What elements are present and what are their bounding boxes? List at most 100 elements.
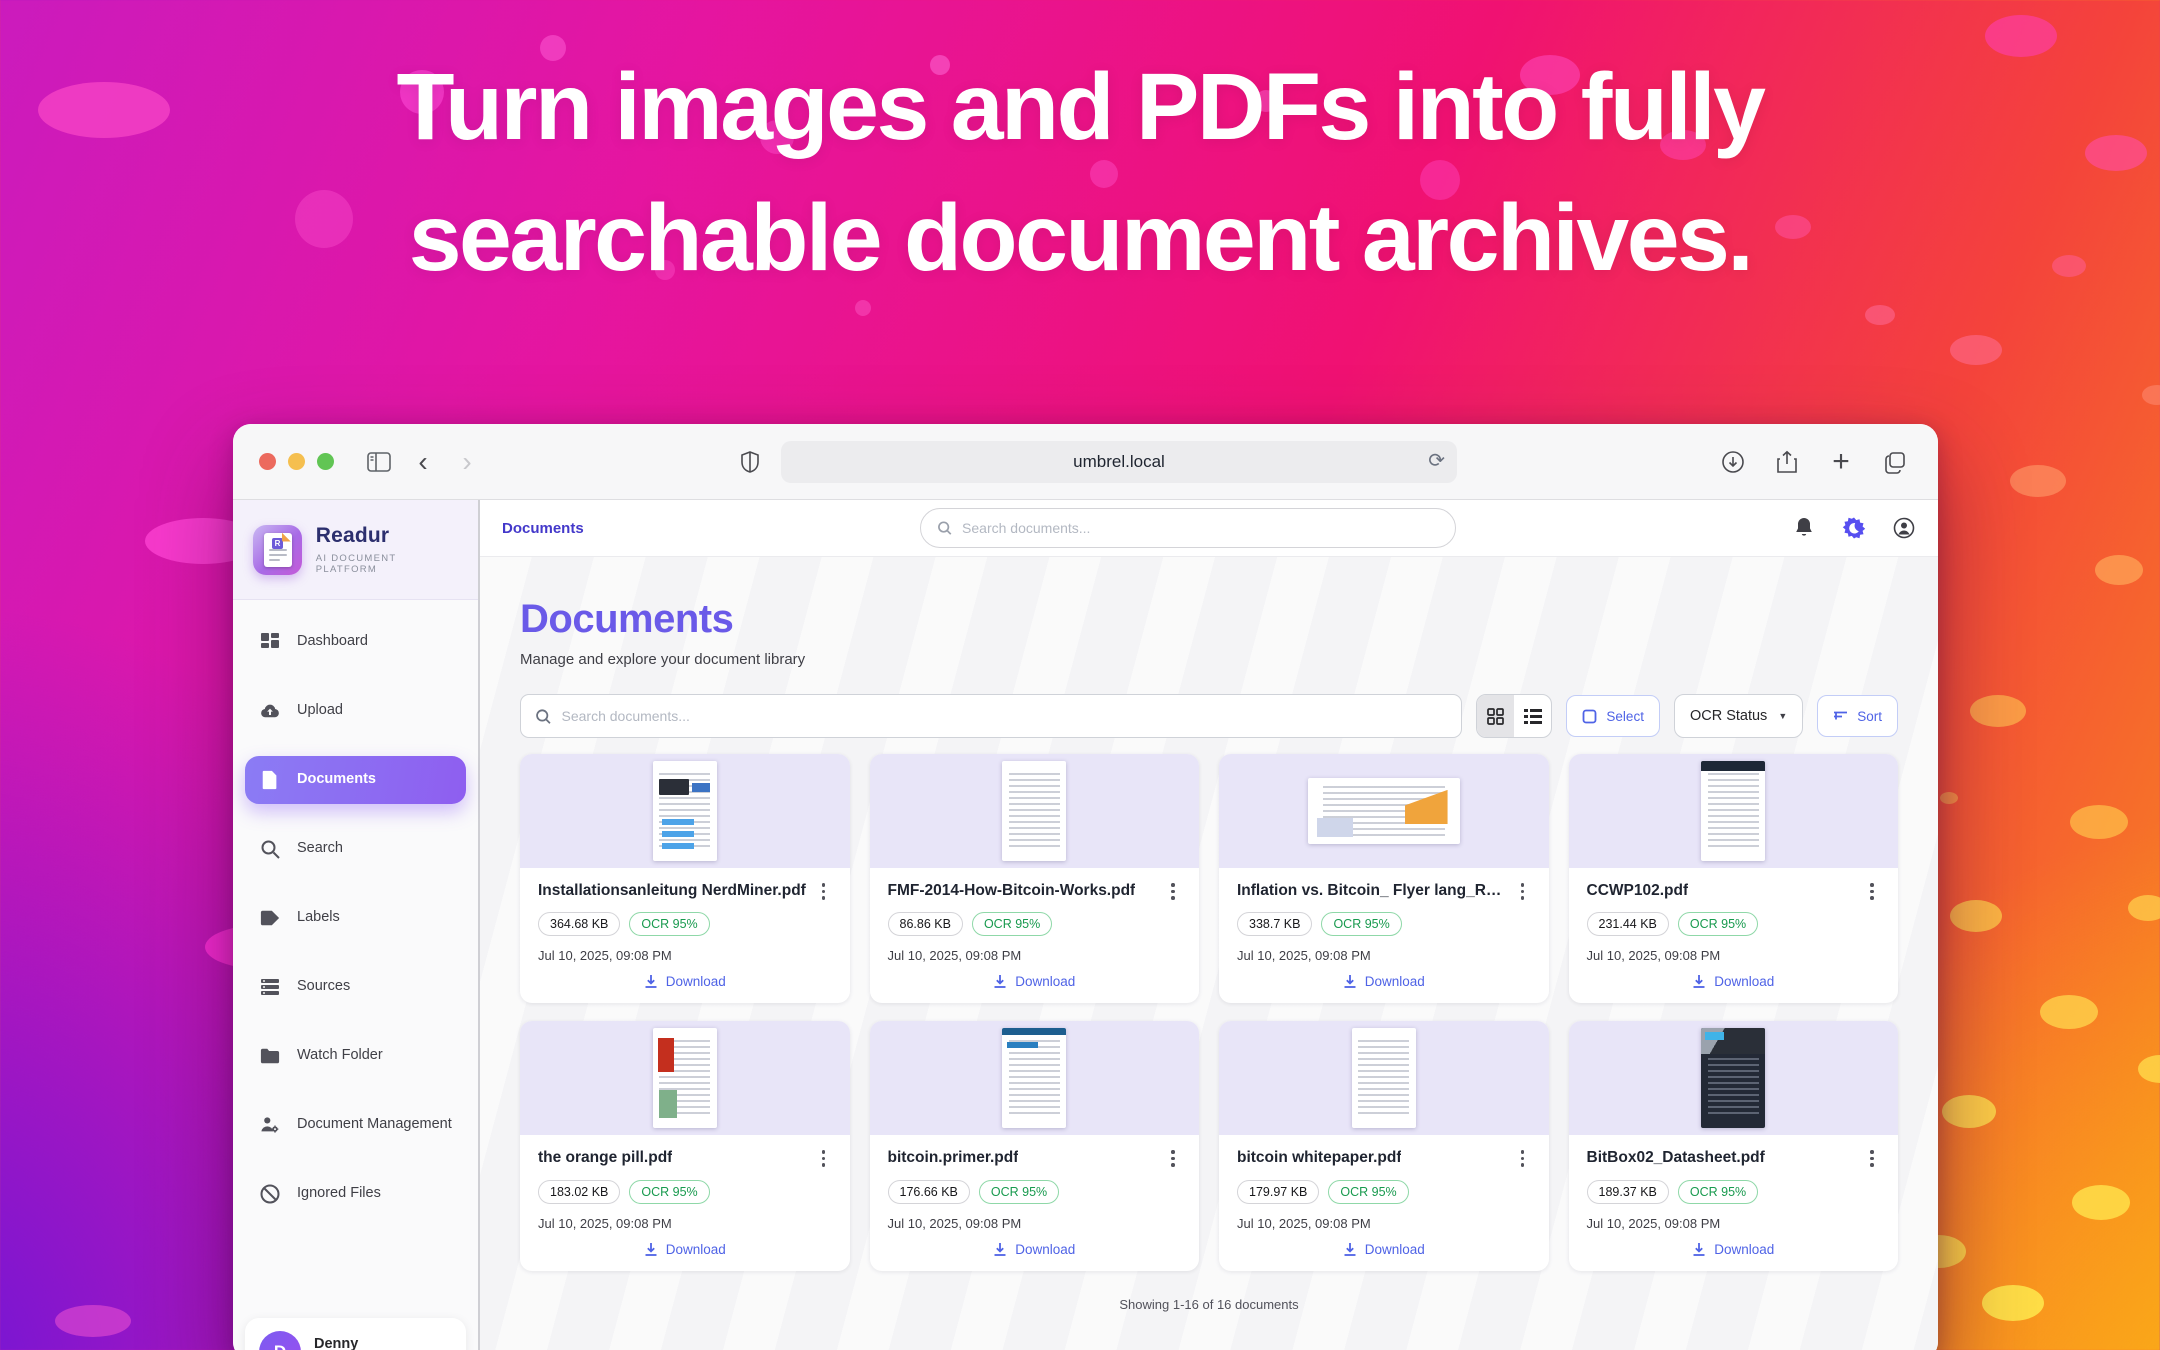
document-card[interactable]: Inflation vs. Bitcoin_ Flyer lang_RGB.pd… bbox=[1219, 754, 1549, 1003]
download-icon bbox=[993, 1242, 1007, 1257]
user-card[interactable]: D Denny admin@readur.com bbox=[245, 1318, 466, 1350]
view-toggle bbox=[1476, 694, 1552, 738]
tab-overview-icon[interactable] bbox=[1878, 445, 1912, 479]
document-card[interactable]: BitBox02_Datasheet.pdf 189.37 KB OCR 95%… bbox=[1569, 1021, 1899, 1270]
avatar: D bbox=[259, 1331, 301, 1350]
sidebar-item-labels[interactable]: Labels bbox=[245, 894, 466, 942]
download-label: Download bbox=[666, 1242, 726, 1257]
sidebar-toggle-icon[interactable] bbox=[362, 445, 396, 479]
global-search[interactable] bbox=[920, 508, 1456, 548]
sidebar-nav: Dashboard Upload Documents Search Labels… bbox=[233, 600, 478, 1318]
download-button[interactable]: Download bbox=[888, 974, 1182, 989]
app-topbar: Documents bbox=[480, 500, 1938, 557]
sidebar-item-label: Ignored Files bbox=[297, 1184, 381, 1204]
sidebar-item-documents[interactable]: Documents bbox=[245, 756, 466, 804]
address-bar[interactable]: umbrel.local ⟳ bbox=[781, 441, 1457, 483]
search-icon bbox=[535, 708, 552, 725]
download-button[interactable]: Download bbox=[538, 1242, 832, 1257]
document-card[interactable]: FMF-2014-How-Bitcoin-Works.pdf 86.86 KB … bbox=[870, 754, 1200, 1003]
label-icon bbox=[259, 907, 281, 929]
document-card[interactable]: bitcoin.primer.pdf 176.66 KB OCR 95% Jul… bbox=[870, 1021, 1200, 1270]
download-button[interactable]: Download bbox=[888, 1242, 1182, 1257]
download-icon bbox=[1692, 1242, 1706, 1257]
more-options-button[interactable] bbox=[1864, 881, 1880, 900]
breadcrumb[interactable]: Documents bbox=[502, 520, 584, 537]
ocr-status-badge: OCR 95% bbox=[972, 912, 1052, 936]
reload-icon[interactable]: ⟳ bbox=[1428, 448, 1445, 472]
close-window-button[interactable] bbox=[259, 453, 276, 470]
ban-icon bbox=[259, 1183, 281, 1205]
document-thumbnail bbox=[520, 1021, 850, 1135]
new-tab-button[interactable]: + bbox=[1824, 445, 1858, 479]
document-thumbnail bbox=[870, 754, 1200, 868]
sidebar-item-dashboard[interactable]: Dashboard bbox=[245, 618, 466, 666]
documents-search[interactable] bbox=[520, 694, 1462, 738]
sources-icon bbox=[259, 976, 281, 998]
search-icon bbox=[259, 838, 281, 860]
more-options-button[interactable] bbox=[1515, 881, 1531, 900]
readur-logo-icon: R bbox=[253, 525, 302, 575]
more-options-button[interactable] bbox=[816, 1148, 832, 1167]
more-options-button[interactable] bbox=[1165, 1148, 1181, 1167]
sidebar-item-upload[interactable]: Upload bbox=[245, 687, 466, 735]
download-button[interactable]: Download bbox=[1587, 1242, 1881, 1257]
sidebar-item-label: Sources bbox=[297, 977, 350, 997]
browser-toolbar: ‹ › umbrel.local ⟳ bbox=[233, 424, 1938, 500]
forward-button[interactable]: › bbox=[450, 445, 484, 479]
grid-view-button[interactable] bbox=[1477, 695, 1514, 737]
results-count: Showing 1-16 of 16 documents bbox=[520, 1297, 1898, 1312]
document-date: Jul 10, 2025, 09:08 PM bbox=[538, 1216, 832, 1231]
notifications-bell-icon[interactable] bbox=[1792, 516, 1816, 540]
document-card[interactable]: bitcoin whitepaper.pdf 179.97 KB OCR 95%… bbox=[1219, 1021, 1549, 1270]
more-options-button[interactable] bbox=[1515, 1148, 1531, 1167]
sidebar-item-sources[interactable]: Sources bbox=[245, 963, 466, 1011]
download-button[interactable]: Download bbox=[1237, 974, 1531, 989]
document-card[interactable]: Installationsanleitung NerdMiner.pdf 364… bbox=[520, 754, 850, 1003]
document-date: Jul 10, 2025, 09:08 PM bbox=[888, 1216, 1182, 1231]
global-search-input[interactable] bbox=[962, 520, 1439, 536]
minimize-window-button[interactable] bbox=[288, 453, 305, 470]
sort-button[interactable]: Sort bbox=[1817, 695, 1898, 737]
documents-grid: Installationsanleitung NerdMiner.pdf 364… bbox=[520, 754, 1898, 1271]
ocr-status-badge: OCR 95% bbox=[1321, 912, 1401, 936]
brand-name: Readur bbox=[316, 524, 458, 548]
document-card[interactable]: the orange pill.pdf 183.02 KB OCR 95% Ju… bbox=[520, 1021, 850, 1270]
document-title: FMF-2014-How-Bitcoin-Works.pdf bbox=[888, 881, 1136, 900]
download-button[interactable]: Download bbox=[1587, 974, 1881, 989]
theme-toggle-icon[interactable] bbox=[1842, 516, 1866, 540]
document-card[interactable]: CCWP102.pdf 231.44 KB OCR 95% Jul 10, 20… bbox=[1569, 754, 1899, 1003]
select-button[interactable]: Select bbox=[1566, 695, 1660, 737]
back-button[interactable]: ‹ bbox=[406, 445, 440, 479]
more-options-button[interactable] bbox=[1165, 881, 1181, 900]
document-title: Installationsanleitung NerdMiner.pdf bbox=[538, 881, 806, 900]
page-title: Documents bbox=[520, 597, 1898, 642]
sidebar-item-search[interactable]: Search bbox=[245, 825, 466, 873]
checkbox-icon bbox=[1582, 709, 1597, 724]
file-size-badge: 364.68 KB bbox=[538, 912, 620, 936]
more-options-button[interactable] bbox=[1864, 1148, 1880, 1167]
download-icon bbox=[644, 974, 658, 989]
file-size-badge: 179.97 KB bbox=[1237, 1180, 1319, 1204]
download-button[interactable]: Download bbox=[1237, 1242, 1531, 1257]
sidebar-item-watch-folder[interactable]: Watch Folder bbox=[245, 1032, 466, 1080]
privacy-shield-icon[interactable] bbox=[733, 445, 767, 479]
share-icon[interactable] bbox=[1770, 445, 1804, 479]
document-thumbnail bbox=[870, 1021, 1200, 1135]
document-date: Jul 10, 2025, 09:08 PM bbox=[888, 948, 1182, 963]
zoom-window-button[interactable] bbox=[317, 453, 334, 470]
download-label: Download bbox=[1015, 974, 1075, 989]
list-view-button[interactable] bbox=[1514, 695, 1551, 737]
ocr-status-badge: OCR 95% bbox=[1678, 1180, 1758, 1204]
sidebar-item-ignored-files[interactable]: Ignored Files bbox=[245, 1170, 466, 1218]
sidebar-item-document-management[interactable]: Document Management bbox=[245, 1101, 466, 1149]
ocr-status-dropdown[interactable]: OCR Status ▼ bbox=[1674, 694, 1803, 738]
downloads-icon[interactable] bbox=[1716, 445, 1750, 479]
download-button[interactable]: Download bbox=[538, 974, 832, 989]
file-size-badge: 189.37 KB bbox=[1587, 1180, 1669, 1204]
url-text: umbrel.local bbox=[1073, 452, 1165, 472]
more-options-button[interactable] bbox=[816, 881, 832, 900]
user-profile-icon[interactable] bbox=[1892, 516, 1916, 540]
download-label: Download bbox=[1714, 974, 1774, 989]
documents-search-input[interactable] bbox=[562, 708, 1448, 724]
folder-icon bbox=[259, 1045, 281, 1067]
